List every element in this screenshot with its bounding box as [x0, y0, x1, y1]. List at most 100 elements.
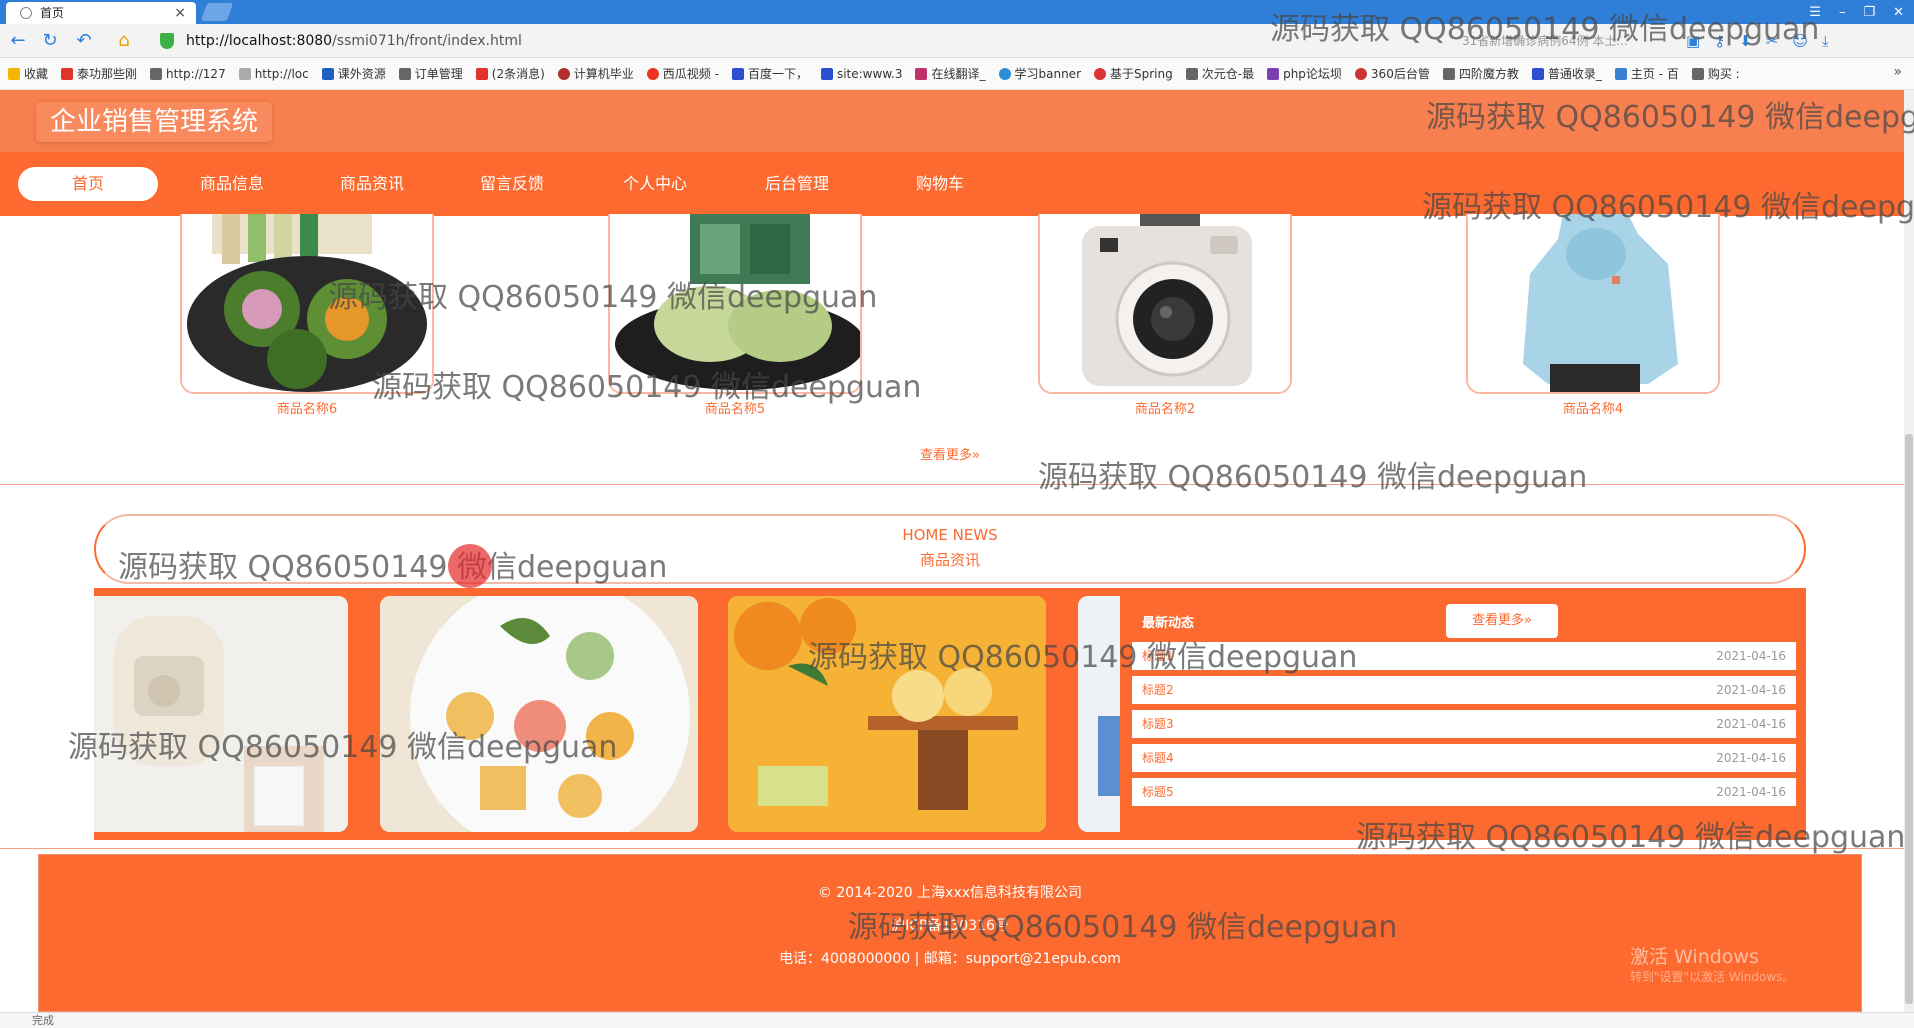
product-name[interactable]: 商品名称2	[1038, 398, 1292, 417]
site-title: 企业销售管理系统	[36, 102, 273, 142]
restore-icon[interactable]: ❐	[1863, 5, 1875, 20]
home-icon[interactable]: ⌂	[114, 31, 134, 51]
bookmark-icon	[557, 67, 570, 80]
latest-news-title: 最新动态	[1142, 616, 1195, 631]
browser-status-bar: 完成	[0, 1012, 1914, 1028]
product-card[interactable]	[608, 214, 862, 394]
bookmark-item[interactable]: 普通收录_	[1531, 65, 1602, 82]
news-item-date: 2021-04-16	[1716, 649, 1786, 663]
product-card[interactable]	[180, 214, 434, 394]
product-name[interactable]: 商品名称6	[180, 398, 434, 417]
footer-icp: 沪ICP备130316号	[891, 918, 1009, 934]
nav-user-center[interactable]: 个人中心	[585, 167, 725, 201]
product-name[interactable]: 商品名称5	[608, 398, 862, 417]
download-arrow-icon[interactable]: ⤓	[1822, 32, 1829, 50]
minimize-icon[interactable]: –	[1839, 5, 1846, 20]
bookmark-item[interactable]: 主页 - 百	[1614, 65, 1679, 82]
bookmark-item[interactable]: 360后台管	[1354, 65, 1430, 82]
bookmark-item[interactable]: (2条消息)	[475, 65, 545, 82]
bookmarks-bar: 收藏 泰功那些刚 http://127 http://loc 课外资源 订单管理…	[0, 58, 1914, 90]
reload-icon[interactable]: ↻	[40, 31, 60, 51]
bookmark-item[interactable]: 学习banner	[998, 65, 1081, 82]
news-item-date: 2021-04-16	[1716, 683, 1786, 697]
bookmark-item[interactable]: site:www.3	[820, 67, 902, 81]
bookmark-item[interactable]: http://127	[150, 67, 226, 81]
key-icon[interactable]: ⚷	[1714, 32, 1725, 50]
url-input[interactable]: http://localhost:8080/ssmi071h/front/ind…	[156, 30, 1216, 52]
bookmark-icon	[321, 67, 334, 80]
download-icon[interactable]: ⬇	[1739, 32, 1752, 50]
paw-icon	[820, 67, 833, 80]
news-list-item[interactable]: 标题5 2021-04-16	[1132, 778, 1796, 806]
browser-tab-home[interactable]: 首页 ×	[6, 2, 196, 24]
view-more-products-link[interactable]: 查看更多»	[900, 444, 1000, 463]
news-title-cn[interactable]: 商品资讯	[850, 549, 1050, 570]
browser-tab-bar	[0, 0, 1914, 24]
bookmark-item[interactable]: 计算机毕业	[557, 65, 634, 82]
latest-news-more-button[interactable]: 查看更多»	[1446, 604, 1558, 638]
nav-feedback[interactable]: 留言反馈	[442, 167, 582, 201]
news-image[interactable]	[380, 596, 698, 832]
product-card[interactable]	[1466, 214, 1720, 394]
bookmark-icon	[1094, 67, 1106, 80]
back-icon[interactable]: ←	[8, 31, 28, 51]
nav-product-info[interactable]: 商品信息	[162, 167, 302, 201]
bookmark-icon	[1354, 67, 1367, 80]
menu-icon[interactable]: ☰	[1809, 5, 1821, 20]
windows-activation-notice: 激活 Windows	[1630, 946, 1759, 968]
close-window-icon[interactable]: ✕	[1893, 5, 1904, 20]
url-host: http://localhost:8080	[186, 33, 333, 49]
scrollbar-thumb[interactable]	[1905, 434, 1913, 1004]
nav-home[interactable]: 首页	[18, 167, 158, 201]
news-item-date: 2021-04-16	[1716, 717, 1786, 731]
section-divider	[0, 848, 1904, 849]
screenshot-icon[interactable]: ▣	[1686, 32, 1700, 50]
bookmark-icon	[1614, 67, 1627, 80]
scissors-icon[interactable]: ✂	[1766, 32, 1779, 50]
product-image	[610, 214, 860, 392]
product-image	[1040, 214, 1290, 392]
news-image-graphic	[1078, 596, 1120, 832]
bookmark-icon	[1185, 67, 1198, 80]
undo-icon[interactable]: ↶	[74, 31, 94, 51]
paw-icon	[731, 67, 744, 80]
bookmark-icon	[1691, 67, 1704, 80]
tab-title: 首页	[40, 6, 65, 20]
cursor-highlight	[448, 544, 492, 588]
bookmark-item[interactable]: http://loc	[238, 67, 309, 81]
star-icon	[8, 67, 20, 80]
bookmark-item[interactable]: 次元仓-最	[1185, 65, 1254, 82]
bookmark-item[interactable]: 收藏	[8, 65, 48, 82]
news-list-item[interactable]: 标题1 2021-04-16	[1132, 642, 1796, 670]
bookmark-item[interactable]: php论坛坝	[1267, 65, 1342, 82]
news-list-item[interactable]: 标题3 2021-04-16	[1132, 710, 1796, 738]
bookmark-item[interactable]: 订单管理	[398, 65, 463, 82]
bookmarks-more-icon[interactable]: »	[1893, 64, 1902, 80]
news-image[interactable]	[94, 596, 348, 832]
bookmark-icon	[998, 67, 1011, 80]
nav-product-news[interactable]: 商品资讯	[302, 167, 442, 201]
footer-copyright: © 2014-2020 上海xxx信息科技有限公司	[817, 885, 1083, 901]
bookmark-item[interactable]: 百度一下，	[731, 65, 808, 82]
bookmark-item[interactable]: 购买 :	[1691, 65, 1740, 82]
news-image[interactable]	[1078, 596, 1120, 832]
bookmark-item[interactable]: 课外资源	[321, 65, 386, 82]
bookmark-item[interactable]: 四阶魔方教	[1442, 65, 1519, 82]
news-list-item[interactable]: 标题2 2021-04-16	[1132, 676, 1796, 704]
bookmark-item[interactable]: 在线翻译_	[915, 65, 986, 82]
news-image[interactable]	[728, 596, 1046, 832]
bookmark-item[interactable]: 基于Spring	[1094, 65, 1173, 82]
browser-search-box[interactable]: 31省新增确诊病例64例 本土...	[1462, 31, 1672, 51]
product-card[interactable]	[1038, 214, 1292, 394]
tab-close-icon[interactable]: ×	[174, 2, 186, 24]
product-image	[1468, 214, 1718, 392]
product-name[interactable]: 商品名称4	[1466, 398, 1720, 417]
section-divider	[0, 484, 1904, 485]
news-list-item[interactable]: 标题4 2021-04-16	[1132, 744, 1796, 772]
smile-icon[interactable]: ☺	[1792, 32, 1808, 50]
bookmark-item[interactable]: 西瓜视频 -	[646, 65, 719, 82]
product-image	[182, 214, 432, 392]
nav-admin[interactable]: 后台管理	[727, 167, 867, 201]
bookmark-item[interactable]: 泰功那些刚	[61, 65, 137, 82]
nav-cart[interactable]: 购物车	[870, 167, 1010, 201]
